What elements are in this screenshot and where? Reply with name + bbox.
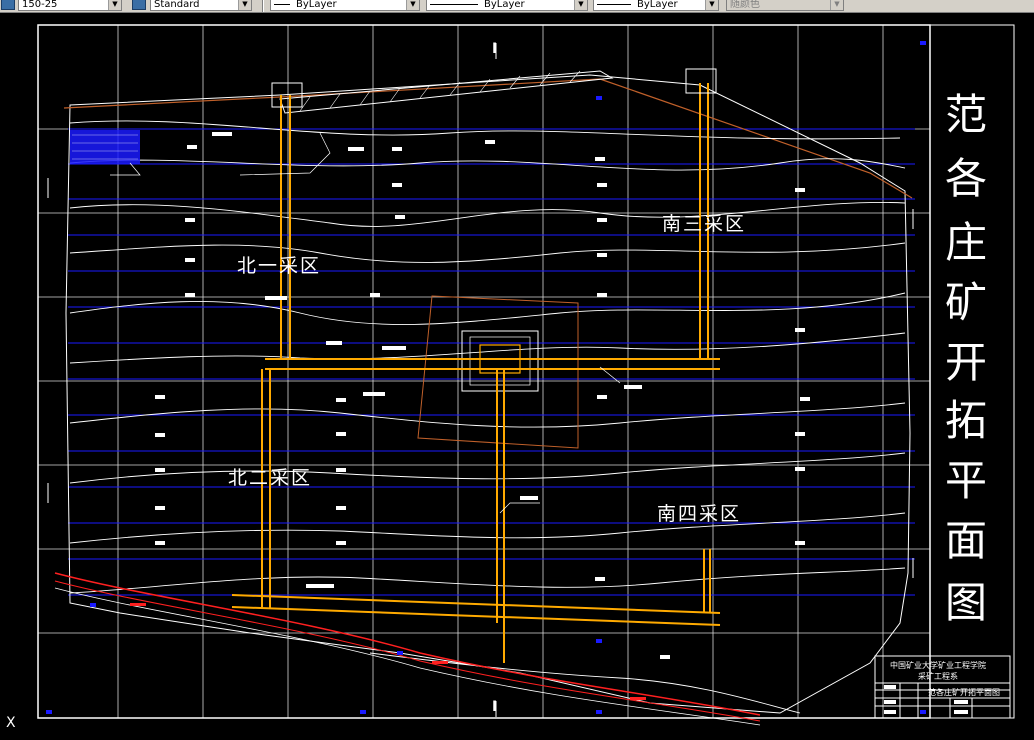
title-char: 平 xyxy=(944,456,987,505)
chevron-down-icon[interactable]: ▼ xyxy=(238,0,251,10)
zone-label-south3: 南三采区 xyxy=(662,213,747,235)
title-char: 拓 xyxy=(944,396,987,445)
title-char: 各 xyxy=(944,154,987,203)
title-char: 矿 xyxy=(944,278,987,327)
chevron-down-icon[interactable]: ▼ xyxy=(705,0,718,10)
lineweight-preview-icon xyxy=(597,3,631,5)
linetype-value: ByLayer xyxy=(484,0,525,10)
color-value: ByLayer xyxy=(296,0,337,10)
zone-label-north1: 北一采区 xyxy=(237,255,322,277)
dim-style-select[interactable]: Standard ▼ xyxy=(150,0,252,11)
text-style-value: 150-25 xyxy=(22,0,58,10)
shaft-station xyxy=(461,330,539,392)
drawing-canvas[interactable]: 范 各 庄 矿 开 拓 平 面 图 北一采区 北二采区 南三采区 南四采区 I … xyxy=(0,13,1034,736)
mine-plan-svg xyxy=(37,24,1015,726)
section-mark-bottom: I xyxy=(492,699,498,715)
title-char: 图 xyxy=(944,578,987,627)
chevron-down-icon[interactable]: ▼ xyxy=(108,0,121,10)
linetype-select[interactable]: ByLayer ▼ xyxy=(426,0,588,11)
properties-toolbar: 150-25 ▼ Standard ▼ ByLayer ▼ ByLayer ▼ … xyxy=(0,0,1034,13)
railway xyxy=(54,572,761,726)
zone-label-north2: 北二采区 xyxy=(228,467,313,489)
plot-style-select[interactable]: 随颜色 ▼ xyxy=(726,0,844,11)
roadways xyxy=(231,83,721,663)
title-char: 面 xyxy=(944,516,987,565)
color-swatch-icon xyxy=(274,3,290,5)
seam-lines xyxy=(68,128,915,596)
dim-style-value: Standard xyxy=(154,0,200,10)
plot-style-value: 随颜色 xyxy=(730,0,760,10)
title-block-drawing-name: 范各庄矿开拓平面图 xyxy=(928,688,1000,697)
color-select[interactable]: ByLayer ▼ xyxy=(270,0,420,11)
toolbar-separator xyxy=(262,0,264,12)
title-char: 庄 xyxy=(944,218,987,267)
linetype-preview-icon xyxy=(430,3,478,5)
title-char: 范 xyxy=(944,90,987,139)
text-style-icon[interactable] xyxy=(1,0,15,10)
chevron-down-icon[interactable]: ▼ xyxy=(406,0,419,10)
title-block-institution: 中国矿业大学矿业工程学院 xyxy=(890,661,986,670)
lineweight-select[interactable]: ByLayer ▼ xyxy=(593,0,719,11)
section-mark-top: I xyxy=(492,41,498,57)
lineweight-value: ByLayer xyxy=(637,0,678,10)
ucs-icon: X xyxy=(6,715,16,731)
zone-label-south4: 南四采区 xyxy=(657,503,742,525)
chevron-down-icon[interactable]: ▼ xyxy=(574,0,587,10)
dim-style-icon[interactable] xyxy=(132,0,146,10)
chevron-down-icon[interactable]: ▼ xyxy=(830,0,843,10)
ucs-label: X xyxy=(6,715,16,731)
text-style-select[interactable]: 150-25 ▼ xyxy=(18,0,122,11)
title-block-department: 采矿工程系 xyxy=(918,672,958,681)
title-char: 开 xyxy=(944,338,987,387)
